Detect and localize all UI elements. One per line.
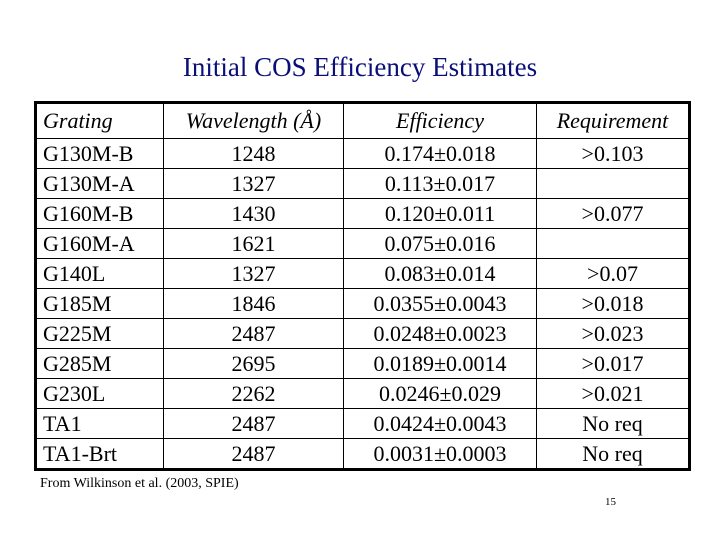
cell-wavelength: 2487 (163, 318, 344, 349)
cell-efficiency: 0.0246±0.029 (343, 378, 537, 409)
table-row: G140L 1327 0.083±0.014 >0.07 (35, 258, 690, 289)
cell-requirement: >0.103 (536, 138, 690, 169)
header-requirement: Requirement (536, 102, 690, 139)
cell-grating: TA1 (35, 408, 164, 439)
cell-grating: G160M-A (35, 228, 164, 259)
cell-grating: G160M-B (35, 198, 164, 229)
cell-efficiency: 0.0248±0.0023 (343, 318, 537, 349)
cell-requirement: >0.077 (536, 198, 690, 229)
cell-wavelength: 2487 (163, 438, 344, 470)
cell-requirement: >0.021 (536, 378, 690, 409)
cell-wavelength: 1248 (163, 138, 344, 169)
cell-requirement: >0.07 (536, 258, 690, 289)
cell-efficiency: 0.075±0.016 (343, 228, 537, 259)
cell-efficiency: 0.0355±0.0043 (343, 288, 537, 319)
cell-grating: TA1-Brt (35, 438, 164, 470)
header-efficiency: Efficiency (343, 102, 537, 139)
header-grating: Grating (35, 102, 164, 139)
table-row: G130M-B 1248 0.174±0.018 >0.103 (35, 138, 690, 169)
cell-efficiency: 0.174±0.018 (343, 138, 537, 169)
cell-grating: G285M (35, 348, 164, 379)
cell-wavelength: 2487 (163, 408, 344, 439)
cell-efficiency: 0.083±0.014 (343, 258, 537, 289)
cell-grating: G185M (35, 288, 164, 319)
cell-requirement (536, 168, 690, 199)
page-number: 15 (605, 496, 616, 508)
table-header-row: Grating Wavelength (Å) Efficiency Requir… (35, 102, 690, 139)
source-caption: From Wilkinson et al. (2003, SPIE) (40, 476, 239, 491)
cell-requirement: >0.018 (536, 288, 690, 319)
table-row: TA1-Brt 2487 0.0031±0.0003 No req (35, 438, 690, 470)
table-row: G130M-A 1327 0.113±0.017 (35, 168, 690, 199)
table-row: G225M 2487 0.0248±0.0023 >0.023 (35, 318, 690, 349)
cell-grating: G130M-B (35, 138, 164, 169)
table-row: G160M-A 1621 0.075±0.016 (35, 228, 690, 259)
cell-efficiency: 0.120±0.011 (343, 198, 537, 229)
efficiency-table: Grating Wavelength (Å) Efficiency Requir… (34, 101, 691, 471)
cell-grating: G230L (35, 378, 164, 409)
table-row: G230L 2262 0.0246±0.029 >0.021 (35, 378, 690, 409)
cell-wavelength: 1327 (163, 258, 344, 289)
cell-efficiency: 0.0424±0.0043 (343, 408, 537, 439)
cell-wavelength: 1846 (163, 288, 344, 319)
cell-wavelength: 1327 (163, 168, 344, 199)
cell-wavelength: 2262 (163, 378, 344, 409)
header-wavelength: Wavelength (Å) (163, 102, 344, 139)
cell-efficiency: 0.0189±0.0014 (343, 348, 537, 379)
table-row: G285M 2695 0.0189±0.0014 >0.017 (35, 348, 690, 379)
cell-grating: G225M (35, 318, 164, 349)
cell-requirement: No req (536, 438, 690, 470)
table-row: TA1 2487 0.0424±0.0043 No req (35, 408, 690, 439)
table-row: G160M-B 1430 0.120±0.011 >0.077 (35, 198, 690, 229)
table-row: G185M 1846 0.0355±0.0043 >0.018 (35, 288, 690, 319)
cell-grating: G130M-A (35, 168, 164, 199)
cell-efficiency: 0.113±0.017 (343, 168, 537, 199)
slide-title: Initial COS Efficiency Estimates (182, 52, 538, 82)
cell-efficiency: 0.0031±0.0003 (343, 438, 537, 470)
cell-wavelength: 2695 (163, 348, 344, 379)
cell-requirement: >0.017 (536, 348, 690, 379)
cell-requirement (536, 228, 690, 259)
cell-wavelength: 1430 (163, 198, 344, 229)
cell-grating: G140L (35, 258, 164, 289)
cell-requirement: No req (536, 408, 690, 439)
cell-requirement: >0.023 (536, 318, 690, 349)
cell-wavelength: 1621 (163, 228, 344, 259)
